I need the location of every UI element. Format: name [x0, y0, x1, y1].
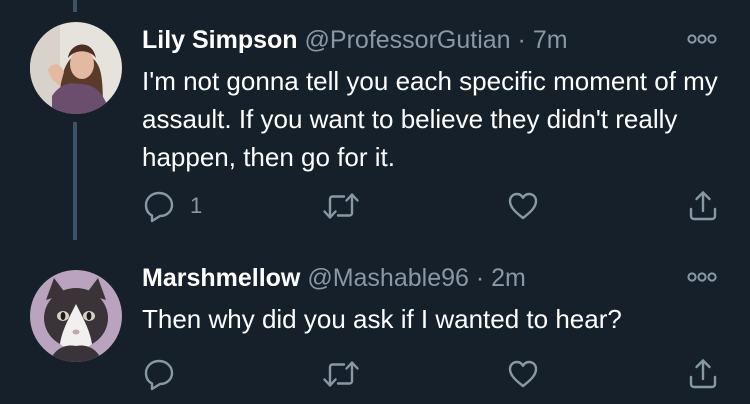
like-button[interactable]: [506, 356, 540, 392]
display-name[interactable]: Lily Simpson: [142, 26, 298, 54]
avatar[interactable]: [30, 270, 122, 362]
user-handle[interactable]: @Mashable96: [307, 264, 469, 292]
tweet-actions: [142, 356, 722, 392]
like-icon: [506, 189, 540, 223]
share-button[interactable]: [686, 188, 720, 224]
separator: ·: [475, 264, 485, 292]
like-icon: [506, 357, 540, 391]
retweet-button[interactable]: [322, 356, 360, 392]
reply-count: 1: [190, 193, 203, 218]
tweet-text: Then why did you ask if I wanted to hear…: [142, 304, 622, 334]
share-icon: [686, 189, 720, 223]
reply-button[interactable]: 1: [142, 188, 202, 224]
retweet-icon: [322, 189, 360, 223]
share-button[interactable]: [686, 356, 720, 392]
more-icon[interactable]: [686, 32, 718, 46]
tweet-header: Marshmellow @Mashable96 · 2m: [142, 262, 526, 294]
reply-icon: [142, 189, 176, 223]
tweet[interactable]: Marshmellow @Mashable96 · 2m Then why di…: [0, 250, 750, 404]
like-button[interactable]: [506, 188, 540, 224]
more-icon[interactable]: [686, 270, 718, 284]
timestamp[interactable]: 2m: [491, 264, 526, 292]
reply-icon: [142, 357, 176, 391]
tweet[interactable]: Lily Simpson @ProfessorGutian · 7m I'm n…: [0, 0, 750, 236]
user-handle[interactable]: @ProfessorGutian: [305, 26, 511, 54]
share-icon: [686, 357, 720, 391]
timestamp[interactable]: 7m: [533, 26, 568, 54]
tweet-actions: 1: [142, 188, 722, 224]
tweet-text: I'm not gonna tell you each specific mom…: [142, 66, 718, 172]
avatar[interactable]: [30, 22, 122, 114]
retweet-button[interactable]: [322, 188, 360, 224]
separator: ·: [517, 26, 526, 54]
reply-button[interactable]: [142, 356, 190, 392]
display-name[interactable]: Marshmellow: [142, 264, 300, 292]
retweet-icon: [322, 357, 360, 391]
tweet-header: Lily Simpson @ProfessorGutian · 7m: [142, 24, 568, 56]
